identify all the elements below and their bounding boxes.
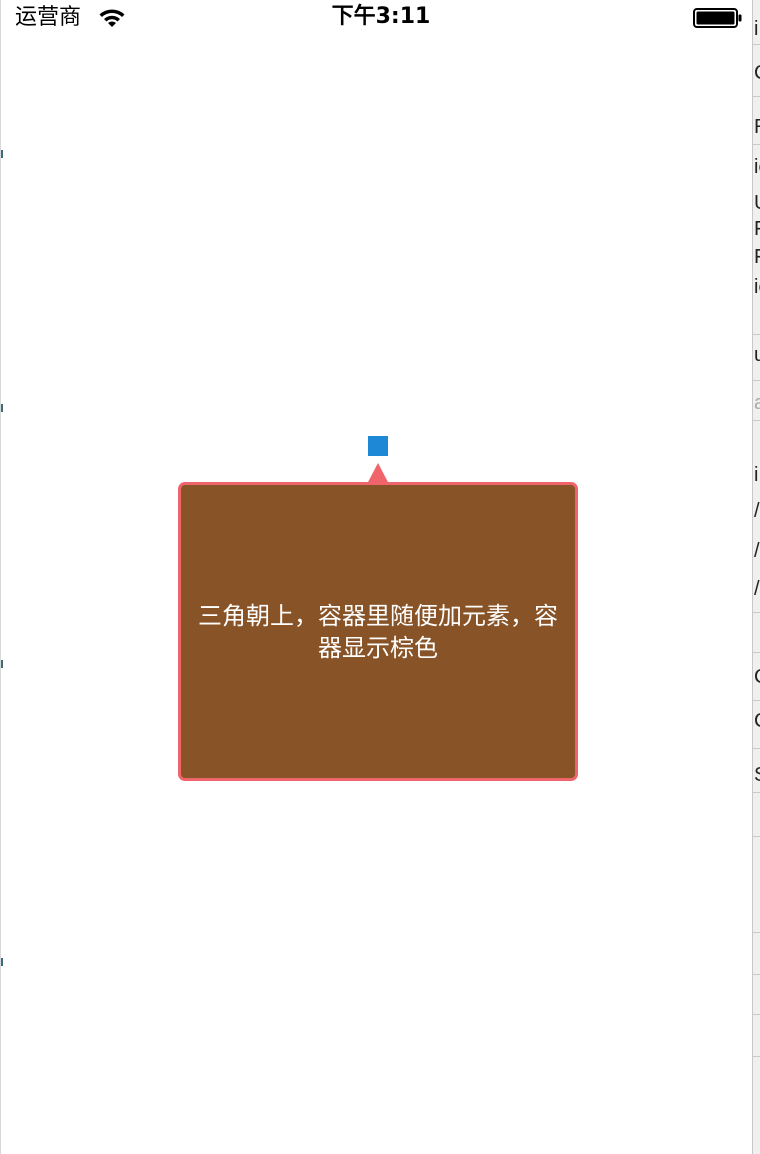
clipped-text: i: [754, 18, 759, 40]
divider: [753, 44, 760, 45]
popover-text: 三角朝上，容器里随便加元素，容器显示棕色: [198, 601, 558, 662]
divider: [753, 334, 760, 335]
battery-icon: [693, 8, 743, 28]
divider: [753, 380, 760, 381]
status-bar: 运营商 下午3:11: [1, 0, 753, 40]
clipped-text: u: [754, 344, 760, 366]
divider: [753, 420, 760, 421]
clipped-text: U: [754, 192, 760, 214]
background-panel-edge: i C R ie U F F ie u a i / / / C C S: [752, 0, 760, 1154]
edge-mark: [1, 958, 3, 966]
edge-mark: [1, 660, 3, 668]
clipped-text: C: [754, 710, 760, 732]
divider: [753, 1014, 760, 1015]
clipped-text: C: [754, 62, 760, 84]
divider: [753, 836, 760, 837]
clipped-text: /: [754, 500, 760, 522]
divider: [753, 932, 760, 933]
clipped-text: /: [754, 540, 760, 562]
popover-arrow: [367, 463, 389, 484]
anchor-button[interactable]: [368, 436, 388, 456]
popover-container[interactable]: 三角朝上，容器里随便加元素，容器显示棕色: [178, 482, 578, 781]
divider: [753, 748, 760, 749]
edge-mark: [1, 404, 3, 412]
clipped-text: F: [754, 246, 760, 268]
divider: [753, 974, 760, 975]
edge-mark: [1, 150, 3, 158]
clipped-text: /: [754, 578, 760, 600]
divider: [753, 700, 760, 701]
clock-time: 下午3:11: [331, 4, 431, 29]
clipped-text: R: [754, 116, 760, 138]
divider: [753, 1056, 760, 1057]
clipped-text: ie: [754, 156, 760, 178]
app-screen: 运营商 下午3:11 三角朝上，容器里随便加元素，容器显示棕色: [0, 0, 752, 1154]
clipped-text: F: [754, 218, 760, 240]
divider: [753, 612, 760, 613]
clipped-text: a: [754, 392, 760, 414]
clipped-text: ie: [754, 276, 760, 298]
clipped-text: C: [754, 666, 760, 688]
divider: [753, 792, 760, 793]
divider: [753, 144, 760, 145]
clipped-text: S: [754, 764, 760, 786]
clipped-text: i: [754, 464, 759, 486]
divider: [753, 96, 760, 97]
divider: [753, 652, 760, 653]
